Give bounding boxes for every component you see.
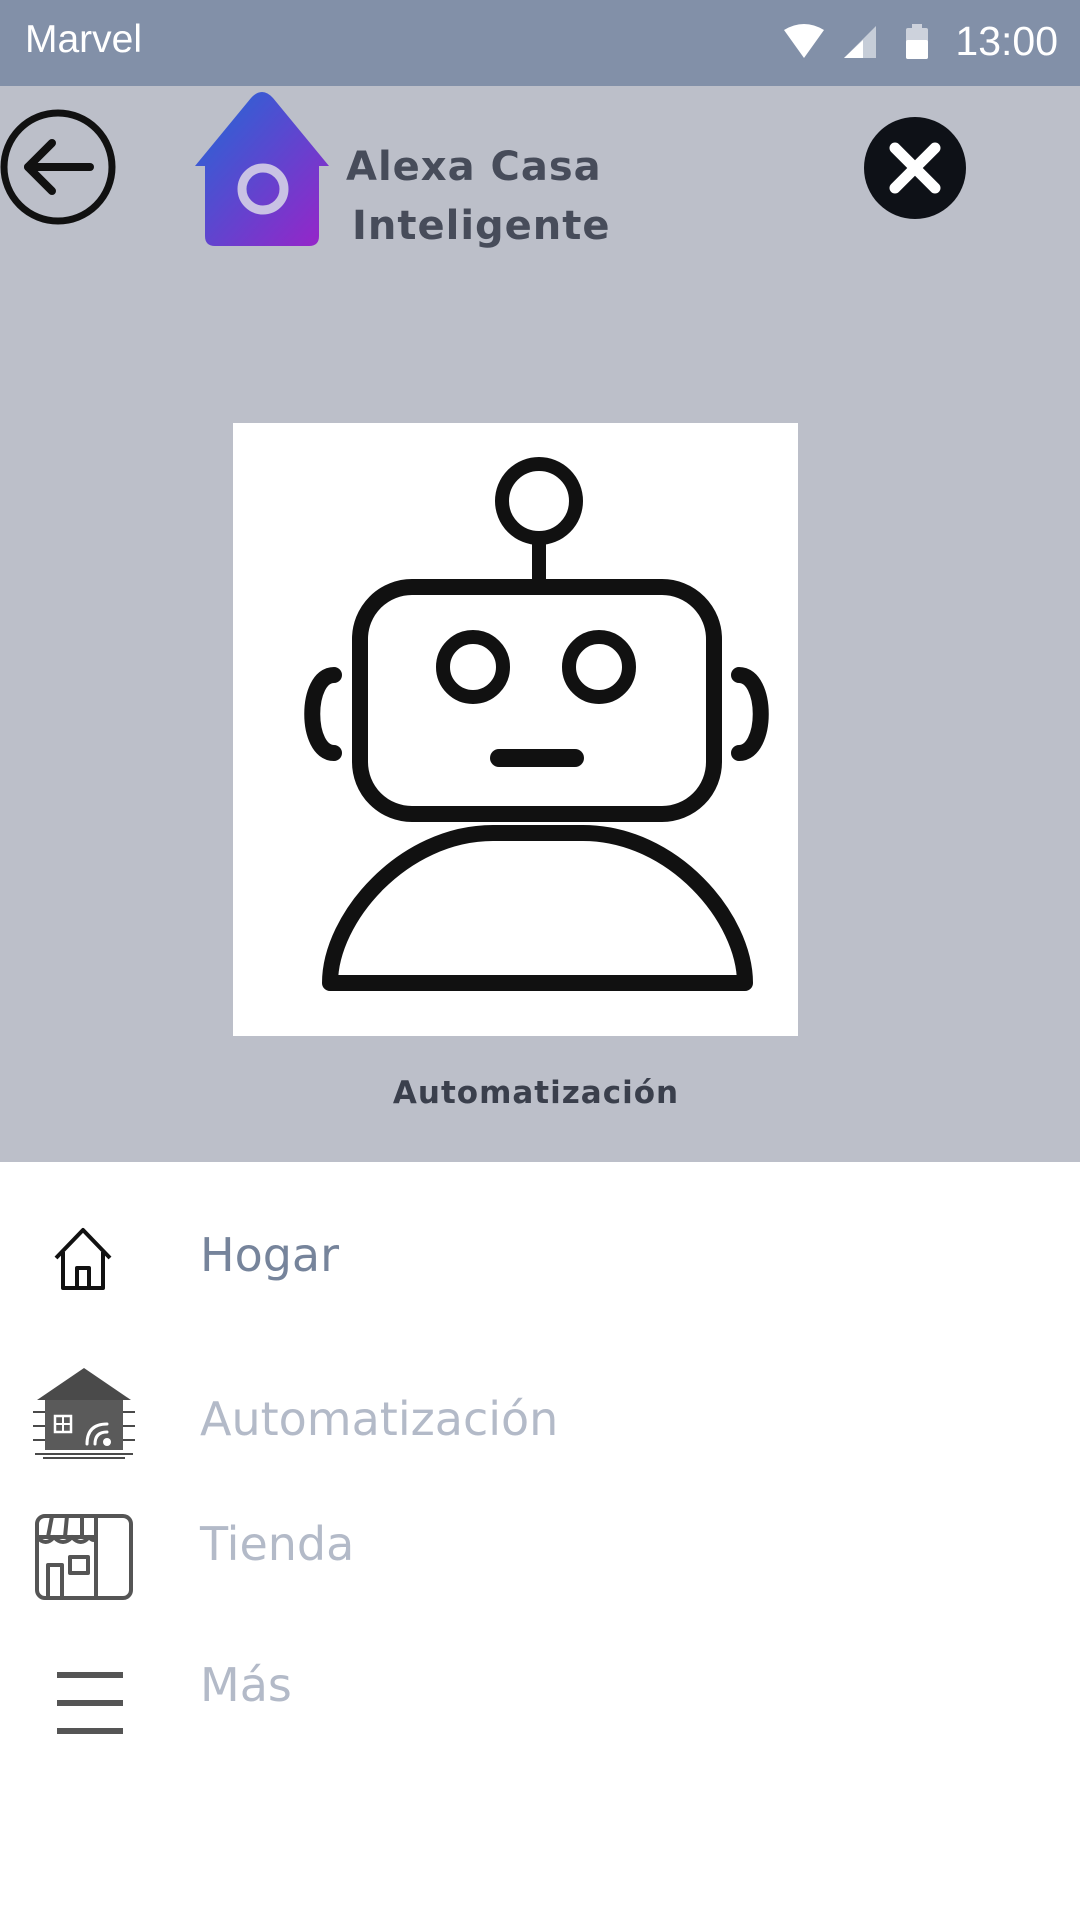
menu-item-hogar[interactable]: Hogar — [0, 1198, 1080, 1328]
drawer-header: Alexa Casa Inteligente Automatización — [0, 86, 1080, 1162]
wifi-icon — [784, 24, 824, 58]
menu-item-mas[interactable]: Más — [0, 1628, 1080, 1758]
status-bar: Marvel 13:00 — [0, 0, 1080, 86]
home-outline-icon — [54, 1228, 112, 1290]
robot-icon — [304, 457, 769, 991]
menu-item-automatizacion[interactable]: Automatización — [0, 1362, 1080, 1492]
close-circle-icon — [864, 117, 966, 219]
close-button[interactable] — [863, 116, 967, 220]
menu-item-label: Hogar — [200, 1228, 340, 1282]
store-icon — [35, 1514, 133, 1600]
menu-icon — [57, 1672, 123, 1734]
menu-item-label: Más — [200, 1658, 292, 1712]
clock: 13:00 — [955, 18, 1058, 64]
carrier-name: Marvel — [25, 18, 143, 61]
smart-house-icon — [33, 1368, 135, 1459]
home-logo-icon — [195, 92, 329, 246]
arrow-left-circle-icon — [0, 109, 116, 225]
app-title: Alexa Casa Inteligente — [346, 138, 636, 256]
menu-item-tienda[interactable]: Tienda — [0, 1487, 1080, 1617]
battery-icon — [906, 24, 928, 59]
signal-icon — [844, 26, 876, 58]
feature-image[interactable] — [233, 423, 798, 1036]
back-button[interactable] — [0, 108, 118, 226]
feature-caption: Automatización — [392, 1075, 680, 1111]
app-title-line-2: Inteligente — [352, 203, 611, 249]
app-title-line-1: Alexa Casa — [346, 144, 602, 190]
menu-item-label: Tienda — [200, 1517, 355, 1571]
menu-item-label: Automatización — [200, 1392, 559, 1446]
